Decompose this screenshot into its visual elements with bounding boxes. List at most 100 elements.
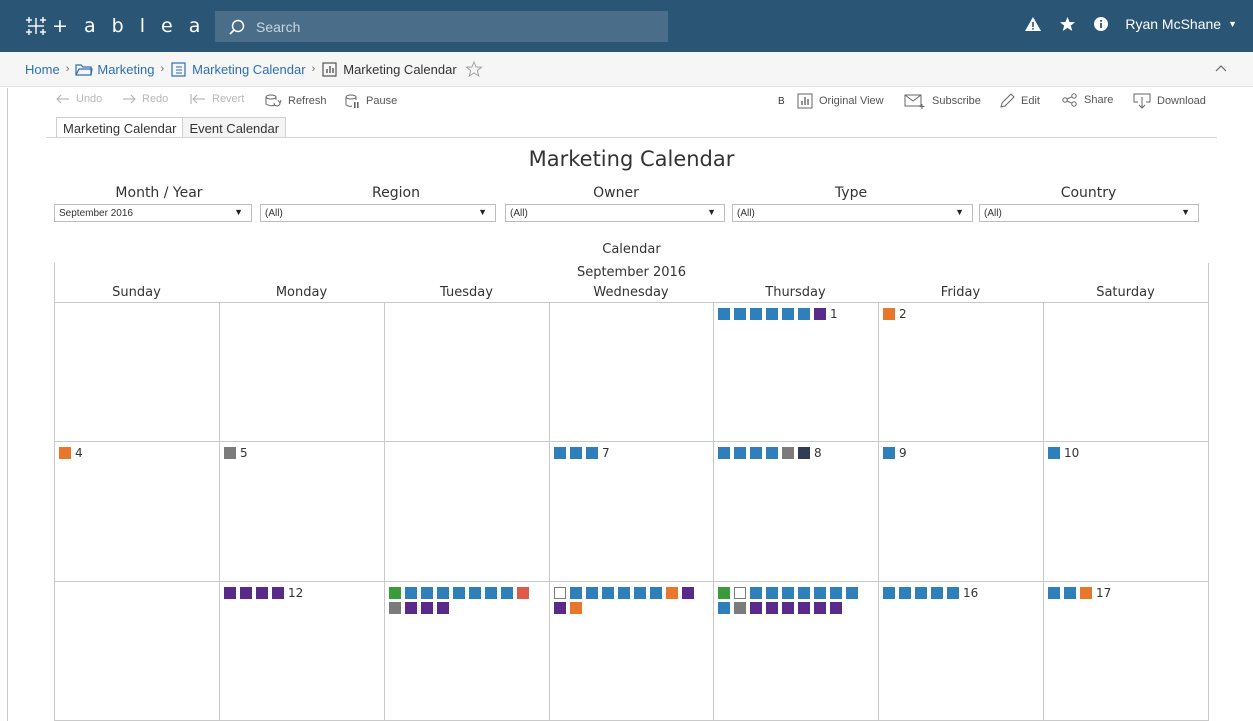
event-marker[interactable] bbox=[734, 447, 746, 459]
event-marker[interactable] bbox=[814, 602, 826, 614]
event-marker[interactable] bbox=[570, 447, 582, 459]
calendar-day-cell[interactable] bbox=[554, 587, 710, 617]
event-marker[interactable] bbox=[750, 602, 762, 614]
event-marker[interactable] bbox=[1064, 587, 1076, 599]
event-marker[interactable] bbox=[501, 587, 513, 599]
event-marker[interactable] bbox=[650, 587, 662, 599]
event-marker[interactable] bbox=[718, 587, 730, 599]
event-marker[interactable] bbox=[224, 587, 236, 599]
event-marker[interactable] bbox=[437, 587, 449, 599]
search-bar[interactable] bbox=[215, 11, 668, 42]
download-button[interactable]: Download bbox=[1133, 93, 1206, 109]
filter-dropdown-owner[interactable]: (All) ▼ bbox=[505, 204, 725, 222]
event-marker[interactable] bbox=[602, 587, 614, 599]
event-marker[interactable] bbox=[814, 587, 826, 599]
event-marker[interactable] bbox=[718, 602, 730, 614]
event-marker[interactable] bbox=[830, 602, 842, 614]
event-marker[interactable] bbox=[666, 587, 678, 599]
breadcrumb-workbook[interactable]: Marketing Calendar bbox=[192, 62, 305, 77]
event-marker[interactable] bbox=[389, 587, 401, 599]
event-marker[interactable] bbox=[798, 587, 810, 599]
event-marker[interactable] bbox=[814, 308, 826, 320]
event-marker[interactable] bbox=[240, 587, 252, 599]
event-marker[interactable] bbox=[766, 308, 778, 320]
breadcrumb-project[interactable]: Marketing bbox=[97, 62, 154, 77]
redo-button[interactable]: Redo bbox=[122, 93, 168, 105]
revert-button[interactable]: Revert bbox=[190, 93, 244, 105]
event-marker[interactable] bbox=[421, 587, 433, 599]
event-marker[interactable] bbox=[734, 587, 746, 599]
event-marker[interactable] bbox=[750, 447, 762, 459]
event-marker[interactable] bbox=[798, 308, 810, 320]
event-marker[interactable] bbox=[750, 308, 762, 320]
event-marker[interactable] bbox=[798, 602, 810, 614]
refresh-button[interactable]: Refresh bbox=[264, 93, 327, 109]
calendar-day-cell[interactable] bbox=[389, 587, 546, 617]
pause-button[interactable]: Pause bbox=[344, 93, 397, 109]
event-marker[interactable] bbox=[405, 602, 417, 614]
calendar-day-cell[interactable]: 8 bbox=[718, 447, 875, 462]
share-button[interactable]: Share bbox=[1062, 93, 1113, 107]
edit-button[interactable]: Edit bbox=[999, 93, 1040, 109]
filter-dropdown-type[interactable]: (All) ▼ bbox=[732, 204, 973, 222]
calendar-day-cell[interactable]: 1 bbox=[718, 308, 875, 323]
event-marker[interactable] bbox=[453, 587, 465, 599]
event-marker[interactable] bbox=[782, 587, 794, 599]
event-marker[interactable] bbox=[883, 308, 895, 320]
event-marker[interactable] bbox=[272, 587, 284, 599]
favorites-star-icon[interactable] bbox=[1057, 14, 1077, 34]
event-marker[interactable] bbox=[899, 587, 911, 599]
breadcrumb-home[interactable]: Home bbox=[25, 62, 60, 77]
event-marker[interactable] bbox=[782, 308, 794, 320]
event-marker[interactable] bbox=[883, 447, 895, 459]
event-marker[interactable] bbox=[1048, 447, 1060, 459]
event-marker[interactable] bbox=[883, 587, 895, 599]
favorite-star-icon[interactable] bbox=[464, 61, 483, 77]
event-marker[interactable] bbox=[59, 447, 71, 459]
tab-event-calendar[interactable]: Event Calendar bbox=[183, 117, 287, 138]
calendar-day-cell[interactable]: 5 bbox=[224, 447, 381, 462]
event-marker[interactable] bbox=[421, 602, 433, 614]
event-marker[interactable] bbox=[782, 602, 794, 614]
original-view-button[interactable]: Original View bbox=[797, 93, 884, 109]
event-marker[interactable] bbox=[766, 447, 778, 459]
event-marker[interactable] bbox=[782, 447, 794, 459]
event-marker[interactable] bbox=[405, 587, 417, 599]
filter-dropdown-country[interactable]: (All) ▼ bbox=[979, 204, 1199, 222]
calendar-day-cell[interactable] bbox=[718, 587, 875, 617]
event-marker[interactable] bbox=[224, 447, 236, 459]
event-marker[interactable] bbox=[947, 587, 959, 599]
event-marker[interactable] bbox=[1080, 587, 1092, 599]
event-marker[interactable] bbox=[586, 447, 598, 459]
event-marker[interactable] bbox=[570, 587, 582, 599]
event-marker[interactable] bbox=[830, 587, 842, 599]
alert-icon[interactable] bbox=[1023, 14, 1043, 34]
event-marker[interactable] bbox=[517, 587, 529, 599]
calendar-day-cell[interactable]: 4 bbox=[59, 447, 216, 462]
event-marker[interactable] bbox=[931, 587, 943, 599]
calendar-day-cell[interactable]: 9 bbox=[883, 447, 1040, 462]
event-marker[interactable] bbox=[734, 602, 746, 614]
event-marker[interactable] bbox=[766, 587, 778, 599]
event-marker[interactable] bbox=[718, 447, 730, 459]
event-marker[interactable] bbox=[389, 602, 401, 614]
user-menu[interactable]: Ryan McShane ▼ bbox=[1125, 16, 1237, 32]
undo-button[interactable]: Undo bbox=[56, 93, 102, 105]
subscribe-button[interactable]: Subscribe bbox=[904, 93, 981, 109]
event-marker[interactable] bbox=[256, 587, 268, 599]
tab-marketing-calendar[interactable]: Marketing Calendar bbox=[56, 117, 184, 138]
calendar-day-cell[interactable]: 7 bbox=[554, 447, 710, 462]
filter-dropdown-region[interactable]: (All) ▼ bbox=[260, 204, 496, 222]
tableau-logo[interactable]: + a b l e a u bbox=[24, 11, 234, 41]
event-marker[interactable] bbox=[750, 587, 762, 599]
calendar-day-cell[interactable]: 2 bbox=[883, 308, 1040, 323]
event-marker[interactable] bbox=[485, 587, 497, 599]
event-marker[interactable] bbox=[734, 308, 746, 320]
event-marker[interactable] bbox=[915, 587, 927, 599]
search-input[interactable] bbox=[256, 18, 636, 35]
event-marker[interactable] bbox=[554, 447, 566, 459]
calendar-day-cell[interactable]: 12 bbox=[224, 587, 381, 602]
filter-dropdown-month-year[interactable]: September 2016 ▼ bbox=[54, 204, 252, 222]
event-marker[interactable] bbox=[634, 587, 646, 599]
event-marker[interactable] bbox=[554, 602, 566, 614]
